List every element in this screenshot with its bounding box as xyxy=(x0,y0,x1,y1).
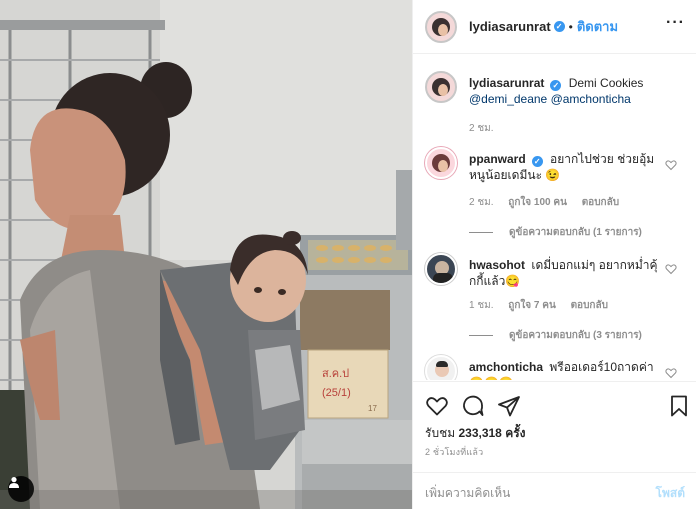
heart-icon[interactable] xyxy=(425,394,449,418)
avatar[interactable] xyxy=(425,10,457,43)
post-side-panel: lydiasarunrat ✓ • ติดตาม ··· lydiasarunr… xyxy=(412,0,696,509)
reply-button[interactable]: ตอบกลับ xyxy=(571,300,608,311)
add-comment-bar: เพิ่มความคิดเห็น โพสต์ xyxy=(413,472,696,509)
more-options-icon[interactable]: ··· xyxy=(666,15,685,31)
caption-time: 2 ชม. xyxy=(469,123,494,134)
avatar[interactable] xyxy=(425,355,457,380)
avatar[interactable] xyxy=(425,147,457,179)
heart-icon[interactable] xyxy=(665,159,677,171)
user-tag-button[interactable] xyxy=(8,476,34,502)
post-header: lydiasarunrat ✓ • ติดตาม ··· xyxy=(413,0,696,54)
comment-likes[interactable]: ถูกใจ 100 คน xyxy=(508,197,567,208)
bookmark-icon[interactable] xyxy=(667,394,691,418)
comment-username[interactable]: amchonticha xyxy=(469,360,543,374)
comment-input[interactable]: เพิ่มความคิดเห็น xyxy=(425,484,510,503)
comment-username[interactable]: hwasohot xyxy=(469,258,525,272)
verified-badge-icon: ✓ xyxy=(553,21,565,32)
heart-icon[interactable] xyxy=(665,263,677,275)
box-label-3: 17 xyxy=(368,404,377,413)
header-separator: • xyxy=(568,19,573,34)
post-media-video[interactable]: ส.ค.ป (25/1) 17 xyxy=(0,0,412,509)
verified-badge-icon: ✓ xyxy=(531,156,543,167)
view-replies-button[interactable]: ดูข้อความตอบกลับ (1 รายการ) xyxy=(469,225,642,240)
view-count[interactable]: รับชม 233,318 ครั้ง xyxy=(425,424,526,443)
list-item: hwasohot เดมี่บอกแม่ๆ อยากหม่ำคุ้กกี้แล้… xyxy=(425,253,669,289)
views-number: 233,318 xyxy=(458,426,502,440)
avatar[interactable] xyxy=(425,71,457,103)
caption-mentions[interactable]: @demi_deane @amchonticha xyxy=(469,92,631,106)
box-label-1: ส.ค.ป xyxy=(322,368,349,380)
reply-button[interactable]: ตอบกลับ xyxy=(582,197,619,208)
views-label: รับชม xyxy=(425,426,456,440)
heart-icon[interactable] xyxy=(665,367,677,379)
views-unit: ครั้ง xyxy=(505,426,526,440)
caption-username[interactable]: lydiasarunrat xyxy=(469,76,544,90)
comments-list: lydiasarunrat ✓ Demi Cookies @demi_deane … xyxy=(413,55,696,380)
view-replies-button[interactable]: ดูข้อความตอบกลับ (3 รายการ) xyxy=(469,328,642,343)
comment-time: 1 ชม. xyxy=(469,300,494,311)
follow-button[interactable]: ติดตาม xyxy=(577,16,618,37)
caption: lydiasarunrat ✓ Demi Cookies @demi_deane … xyxy=(425,71,669,107)
share-icon[interactable] xyxy=(497,394,521,418)
caption-text: Demi Cookies xyxy=(568,76,644,90)
post-actions: รับชม 233,318 ครั้ง 2 ชั่วโมงที่แล้ว xyxy=(413,381,696,471)
header-username[interactable]: lydiasarunrat xyxy=(469,19,551,34)
comment-meta: 2 ชม. ถูกใจ 100 คน ตอบกลับ xyxy=(469,195,631,210)
box-label-2: (25/1) xyxy=(322,387,351,399)
video-frame: ส.ค.ป (25/1) 17 xyxy=(0,0,412,509)
comment-meta: 1 ชม. ถูกใจ 7 คน ตอบกลับ xyxy=(469,298,620,313)
list-item: amchonticha พรีออเดอร์10ถาดค่า 😊😊😊 xyxy=(425,355,669,380)
post-comment-button[interactable]: โพสต์ xyxy=(656,484,685,503)
comment-icon[interactable] xyxy=(461,394,485,418)
verified-badge-icon: ✓ xyxy=(550,80,562,91)
avatar[interactable] xyxy=(425,253,457,285)
comment-username[interactable]: ppanward xyxy=(469,152,526,166)
user-icon xyxy=(9,477,19,488)
comment-likes[interactable]: ถูกใจ 7 คน xyxy=(508,300,556,311)
comment-time: 2 ชม. xyxy=(469,197,494,208)
list-item: ppanward ✓ อยากไปช่วย ช่วยอุ้มหนูน้อยเดมี… xyxy=(425,147,669,183)
posted-time: 2 ชั่วโมงที่แล้ว xyxy=(425,447,484,457)
